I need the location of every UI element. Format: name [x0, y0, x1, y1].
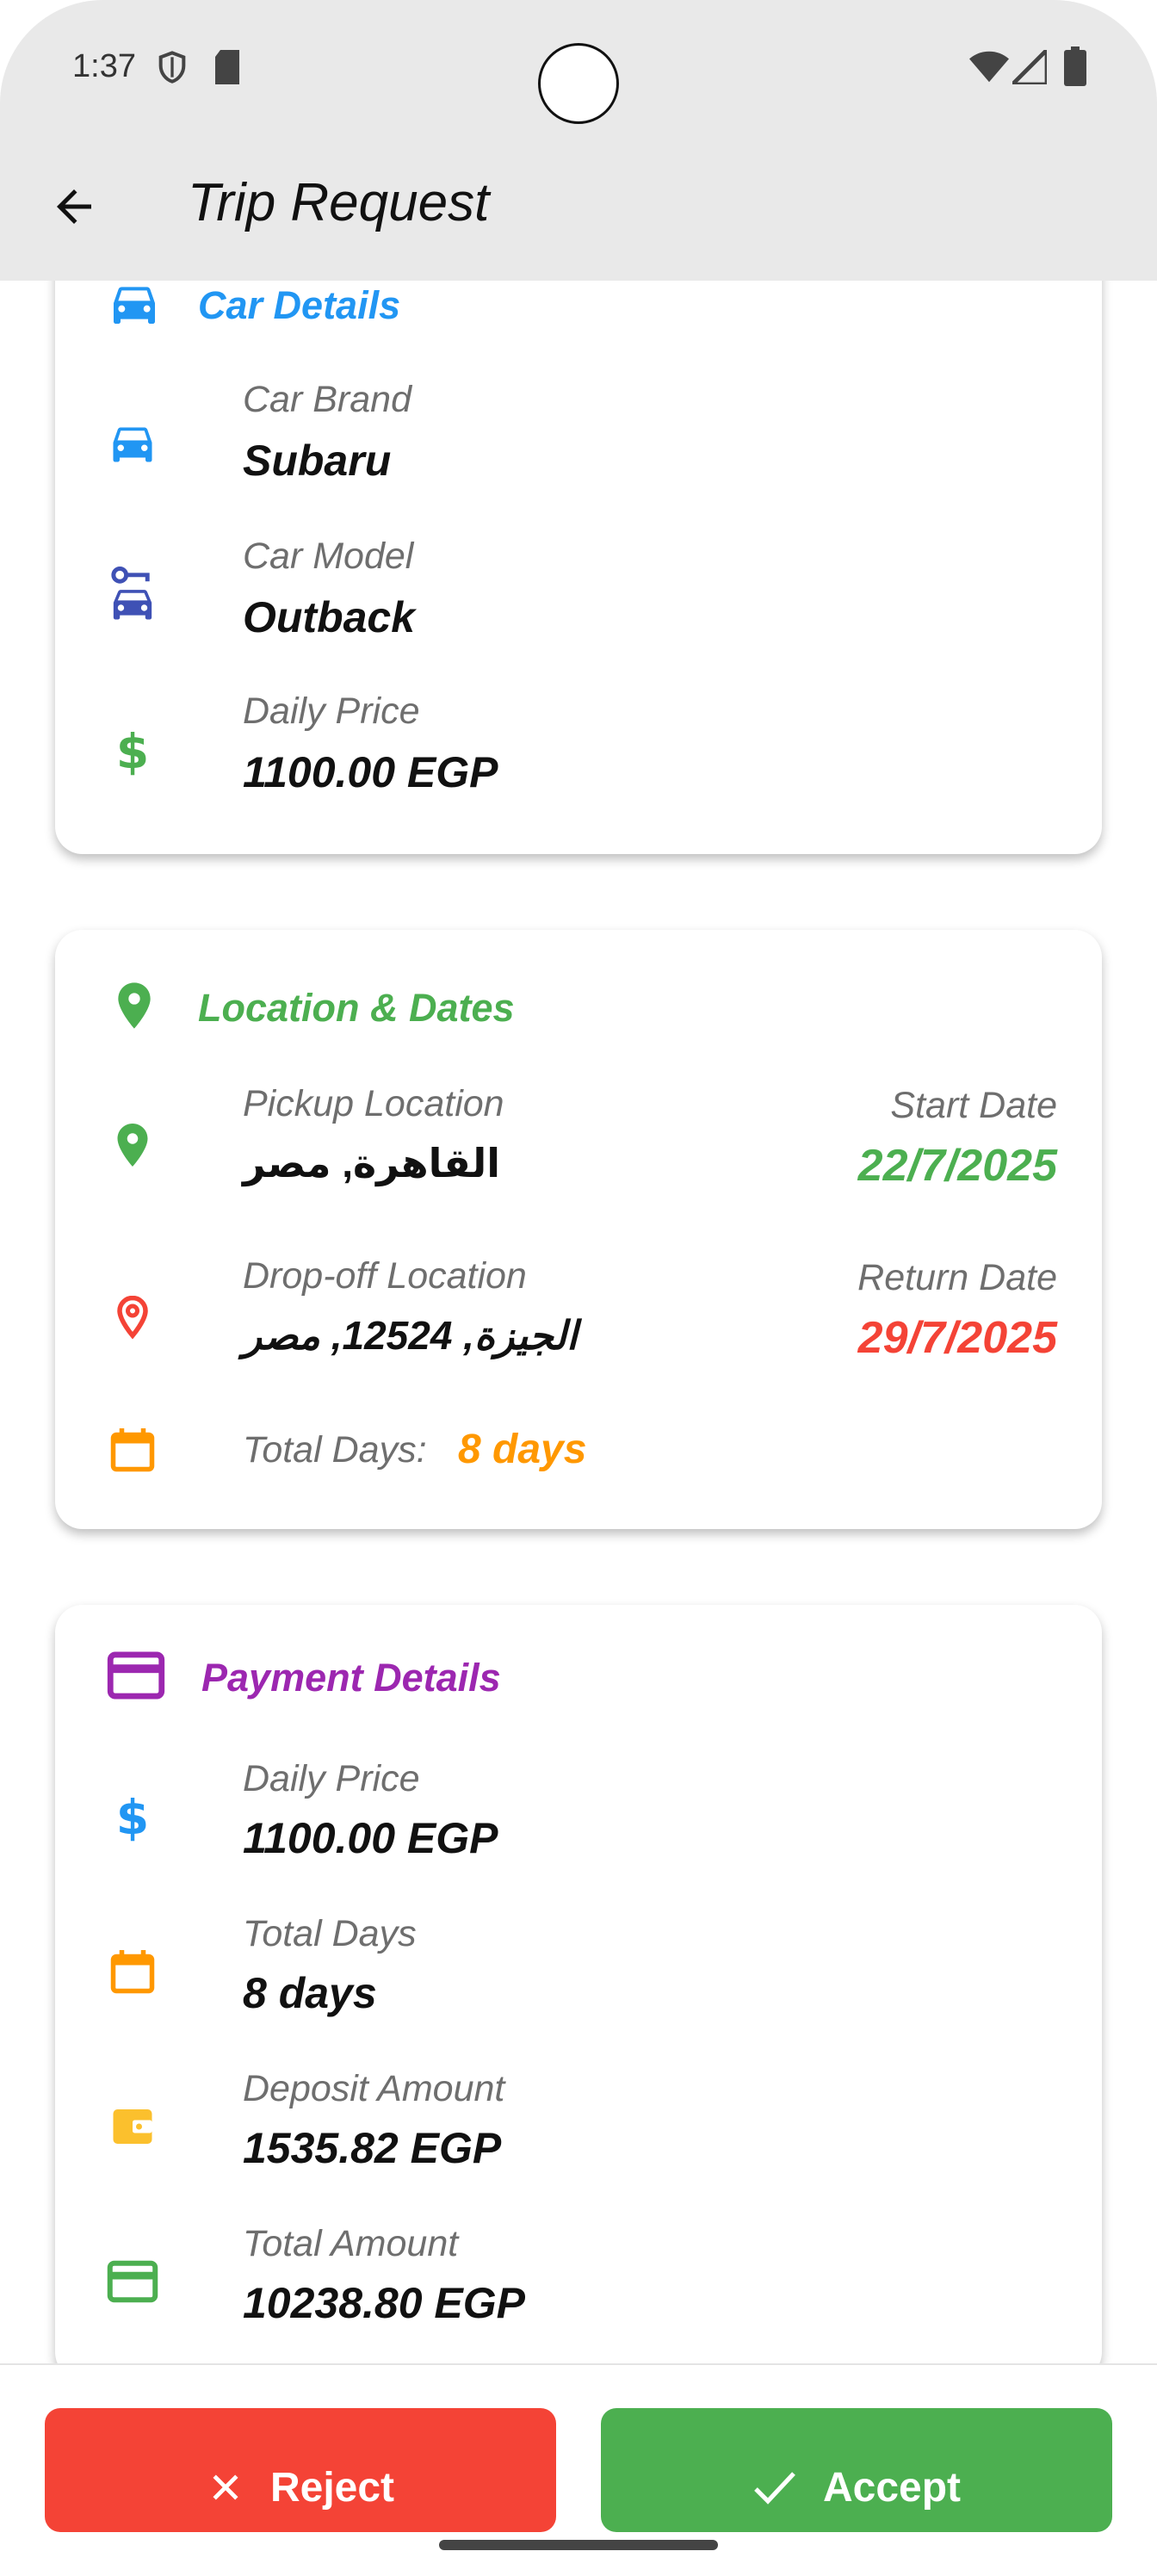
total-days-inline-value: 8 days	[458, 1427, 587, 1472]
sd-card-icon	[212, 48, 243, 90]
car-brand-row: Car Brand Subaru	[107, 379, 1057, 491]
total-amount-row: Total Amount 10238.80 EGP	[107, 2223, 1057, 2335]
gesture-nav-handle[interactable]	[439, 2540, 718, 2550]
pickup-row: Pickup Location القاهرة, مصر Start Date …	[107, 1083, 1057, 1204]
accept-button-label: Accept	[822, 2464, 962, 2511]
return-date-label: Return Date	[857, 1257, 1057, 1298]
total-days-row: Total Days: 8 days	[107, 1419, 1057, 1488]
location-dates-header: Location & Dates	[107, 975, 515, 1041]
deposit-amount-value: 1535.82 EGP	[243, 2124, 502, 2172]
car-brand-value: Subaru	[243, 437, 392, 485]
dropoff-location-value: الجيزة, 12524, مصر	[243, 1313, 578, 1358]
credit-card-icon	[107, 2257, 162, 2313]
reject-button-label: Reject	[269, 2464, 395, 2511]
signal-icon	[1007, 45, 1049, 89]
car-daily-price-value: 1100.00 EGP	[243, 748, 498, 796]
total-amount-value: 10238.80 EGP	[243, 2279, 526, 2327]
svg-text:$: $	[116, 1790, 149, 1844]
dropoff-row: Drop-off Location الجيزة, 12524, مصر Ret…	[107, 1255, 1057, 1376]
close-icon	[213, 2474, 238, 2500]
deposit-amount-label: Deposit Amount	[243, 2068, 505, 2109]
car-icon	[107, 276, 162, 335]
back-arrow-icon[interactable]	[48, 181, 100, 232]
credit-card-icon	[107, 1650, 165, 1706]
car-details-header: Car Details	[107, 276, 400, 335]
calendar-icon	[107, 1422, 162, 1477]
calendar-icon	[107, 1944, 162, 1999]
payment-details-card: Payment Details $ Daily Price 1100.00 EG…	[55, 1605, 1102, 2380]
total-days-inline-label: Total Days:	[243, 1429, 427, 1471]
payment-daily-price-label: Daily Price	[243, 1758, 420, 1799]
payment-daily-price-row: $ Daily Price 1100.00 EGP	[107, 1758, 1057, 1870]
location-outline-icon	[107, 1290, 162, 1345]
car-model-row: Car Model Outback	[107, 536, 1057, 647]
phone-screen: 1:37 Trip Request Car Details Car Brand …	[0, 0, 1157, 2576]
page-title: Trip Request	[188, 173, 490, 232]
check-icon	[754, 2472, 795, 2505]
pickup-location-value: القاهرة, مصر	[243, 1141, 501, 1186]
car-daily-price-label: Daily Price	[243, 690, 420, 732]
reject-button[interactable]: Reject	[45, 2408, 556, 2532]
car-model-label: Car Model	[243, 536, 414, 577]
location-pin-icon	[107, 975, 162, 1041]
location-pin-icon	[107, 1118, 162, 1173]
svg-text:$: $	[116, 724, 149, 778]
wallet-icon	[107, 2099, 162, 2154]
car-model-value: Outback	[243, 593, 416, 641]
car-daily-price-row: $ Daily Price 1100.00 EGP	[107, 690, 1057, 802]
pickup-location-label: Pickup Location	[243, 1083, 504, 1124]
return-date-value: 29/7/2025	[857, 1313, 1057, 1363]
accept-button[interactable]: Accept	[601, 2408, 1112, 2532]
total-amount-label: Total Amount	[243, 2223, 459, 2264]
dollar-icon: $	[107, 723, 162, 779]
camera-cutout	[538, 43, 619, 124]
car-icon	[107, 417, 162, 472]
location-dates-card: Location & Dates Pickup Location القاهرة…	[55, 930, 1102, 1529]
shield-icon	[155, 48, 189, 90]
payment-total-days-row: Total Days 8 days	[107, 1913, 1057, 2025]
dropoff-location-label: Drop-off Location	[243, 1255, 527, 1297]
dollar-icon: $	[107, 1789, 162, 1845]
payment-daily-price-value: 1100.00 EGP	[243, 1814, 498, 1862]
car-rental-icon	[107, 567, 162, 622]
car-details-card: Car Details Car Brand Subaru Car Model O…	[55, 215, 1102, 854]
car-details-title: Car Details	[198, 282, 401, 327]
location-dates-title: Location & Dates	[198, 985, 515, 1030]
status-time: 1:37	[72, 48, 136, 84]
payment-details-title: Payment Details	[201, 1655, 501, 1700]
payment-details-header: Payment Details	[107, 1650, 501, 1706]
top-app-bar: 1:37 Trip Request	[0, 0, 1157, 281]
payment-total-days-value: 8 days	[243, 1969, 377, 2017]
start-date-value: 22/7/2025	[857, 1141, 1057, 1191]
start-date-label: Start Date	[890, 1085, 1057, 1126]
deposit-row: Deposit Amount 1535.82 EGP	[107, 2068, 1057, 2180]
wifi-icon	[969, 50, 1009, 89]
payment-total-days-label: Total Days	[243, 1913, 417, 1954]
battery-icon	[1064, 46, 1086, 90]
car-brand-label: Car Brand	[243, 379, 411, 420]
